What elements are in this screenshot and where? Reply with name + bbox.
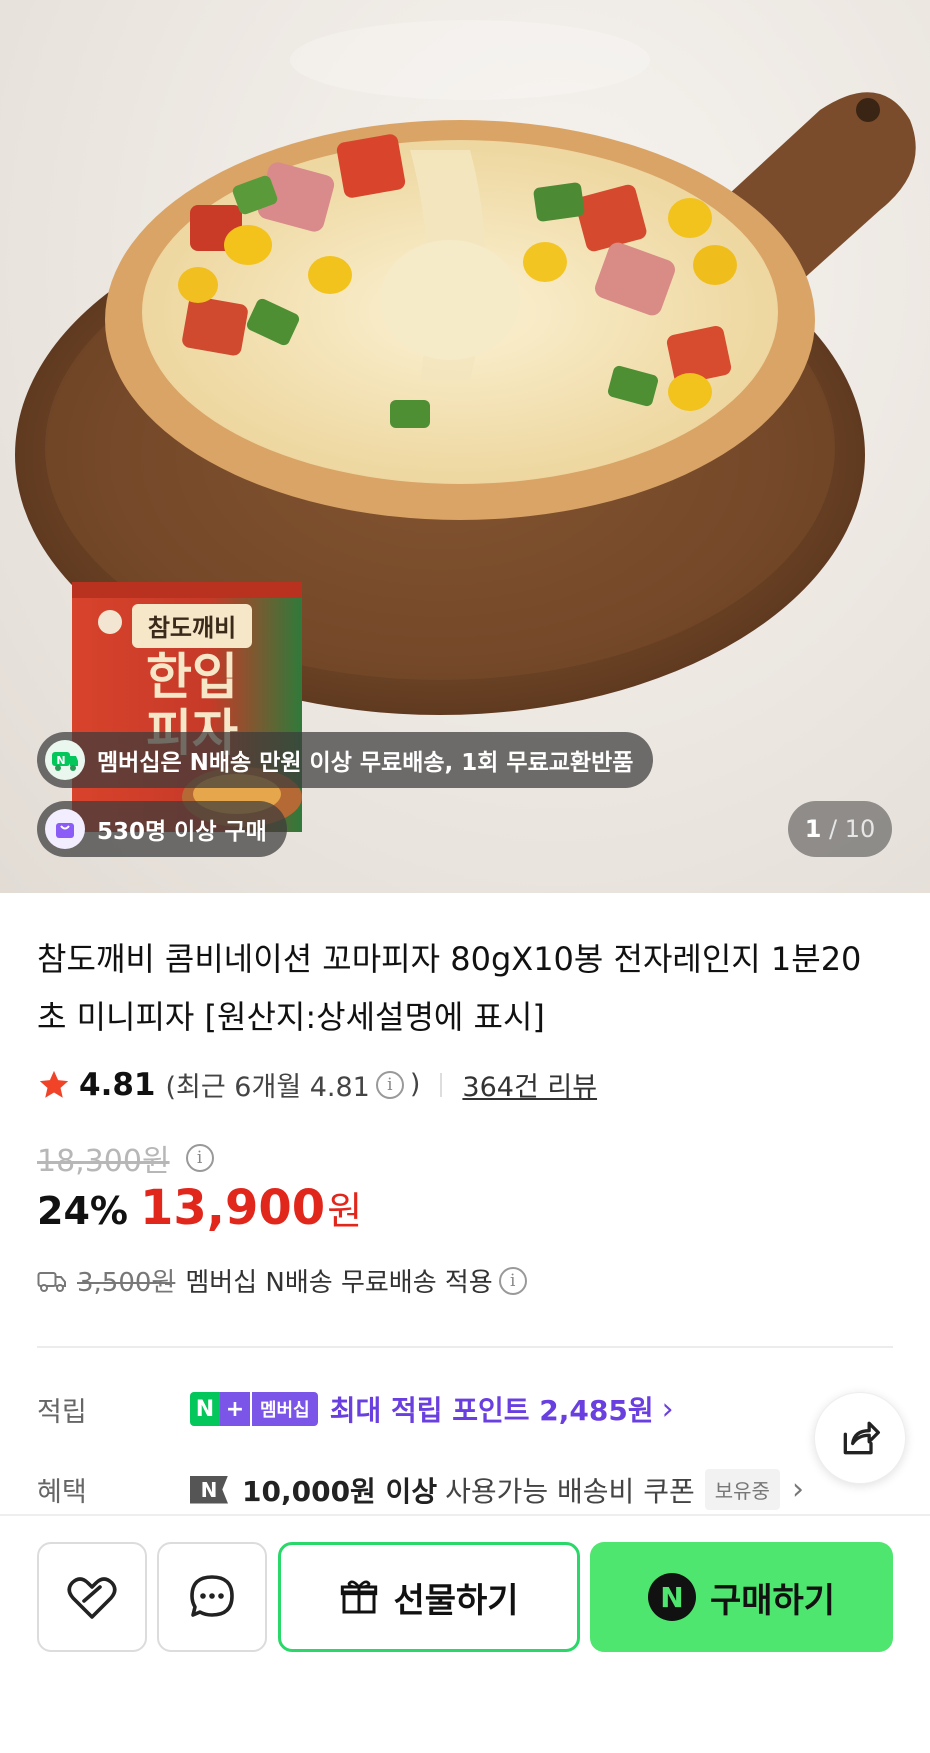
buy-button-label: 구매하기: [709, 1580, 836, 1621]
rating-row: 4.81 (최근 6개월 4.81 i ) 364건 리뷰: [37, 1065, 597, 1104]
original-price: 18,300원: [37, 1144, 170, 1179]
naver-coupon-icon: N: [190, 1475, 228, 1504]
membership-banner[interactable]: N 멤버십은 N배송 만원 이상 무료배송, 1회 무료교환반품: [37, 732, 654, 788]
coupon-status-badge: 보유중: [704, 1469, 780, 1510]
naver-delivery-icon: N: [45, 740, 85, 780]
share-icon: [843, 1421, 880, 1455]
image-counter-total: 10: [844, 815, 876, 843]
chevron-right-icon: ›: [661, 1391, 674, 1427]
image-counter-current: 1: [804, 815, 822, 843]
price-info-icon[interactable]: i: [185, 1144, 214, 1172]
info-icon[interactable]: i: [375, 1070, 404, 1099]
truck-icon: [37, 1271, 66, 1292]
sale-price: 13,900: [139, 1180, 326, 1236]
product-image-carousel[interactable]: 참도깨비 한입 피자 N 멤버십은 N배송 만원 이상 무료배송, 1회 무료교…: [0, 0, 930, 893]
points-row[interactable]: N + 멤버십 최대 적립 포인트 2,485원 ›: [190, 1389, 674, 1429]
share-button[interactable]: [814, 1392, 906, 1484]
product-title: 참도깨비 콤비네이션 꼬마피자 80gX10봉 전자레인지 1분20초 미니피자…: [37, 940, 862, 1036]
heart-icon: [67, 1577, 117, 1619]
discount-rate: 24%: [37, 1189, 128, 1233]
benefit-label: 혜택: [37, 1477, 87, 1508]
shipping-info-icon[interactable]: i: [498, 1266, 527, 1295]
wishlist-button[interactable]: [37, 1542, 147, 1652]
points-label: 적립: [37, 1397, 87, 1428]
image-counter-separator: /: [821, 815, 845, 843]
currency-unit: 원: [327, 1189, 363, 1233]
buy-button[interactable]: N 구매하기: [590, 1542, 893, 1652]
section-divider: [37, 1346, 893, 1348]
review-count-link[interactable]: 364건 리뷰: [462, 1065, 597, 1104]
package-name-line1: 한입: [146, 648, 238, 706]
divider: [440, 1072, 443, 1097]
buyers-badge: 530명 이상 구매: [37, 801, 287, 857]
shipping-original-fee: 3,500원: [77, 1268, 176, 1298]
talk-button[interactable]: [157, 1542, 267, 1652]
original-price-row: 18,300원 i: [37, 1136, 220, 1180]
buyers-badge-text: 530명 이상 구매: [97, 819, 267, 845]
gift-icon: [341, 1580, 378, 1614]
recent-rating-text: (최근 6개월 4.81: [165, 1072, 370, 1103]
naver-plus-membership-badge: N + 멤버십: [190, 1392, 318, 1426]
shipping-note: 멤버십 N배송 무료배송 적용: [185, 1268, 493, 1298]
bottom-action-bar: 선물하기 N 구매하기: [0, 1514, 930, 1753]
rating-score: 4.81: [79, 1066, 156, 1103]
star-icon: [39, 1070, 69, 1098]
shopping-bag-icon: [45, 809, 85, 849]
chat-bubble-icon: [190, 1575, 234, 1617]
membership-banner-text: 멤버십은 N배송 만원 이상 무료배송, 1회 무료교환반품: [97, 750, 634, 776]
delivery-row: 3,500원 멤버십 N배송 무료배송 적용 i: [37, 1262, 533, 1299]
image-counter: 1 / 10: [788, 801, 892, 857]
recent-rating-close: ): [409, 1069, 421, 1100]
points-text: 최대 적립 포인트 2,485원: [329, 1394, 654, 1427]
sale-price-row: 24% 13,900 원: [37, 1180, 362, 1236]
chevron-right-icon: ›: [791, 1472, 804, 1507]
package-brand: 참도깨비: [148, 614, 236, 642]
coupon-row[interactable]: N 10,000원 이상 사용가능 배송비 쿠폰 보유중 ›: [190, 1469, 804, 1510]
naver-pay-icon: N: [647, 1573, 696, 1621]
coupon-threshold: 10,000원 이상: [242, 1474, 438, 1508]
coupon-text: 사용가능 배송비 쿠폰: [445, 1474, 695, 1508]
gift-button-label: 선물하기: [393, 1580, 519, 1621]
gift-button[interactable]: 선물하기: [278, 1542, 580, 1652]
